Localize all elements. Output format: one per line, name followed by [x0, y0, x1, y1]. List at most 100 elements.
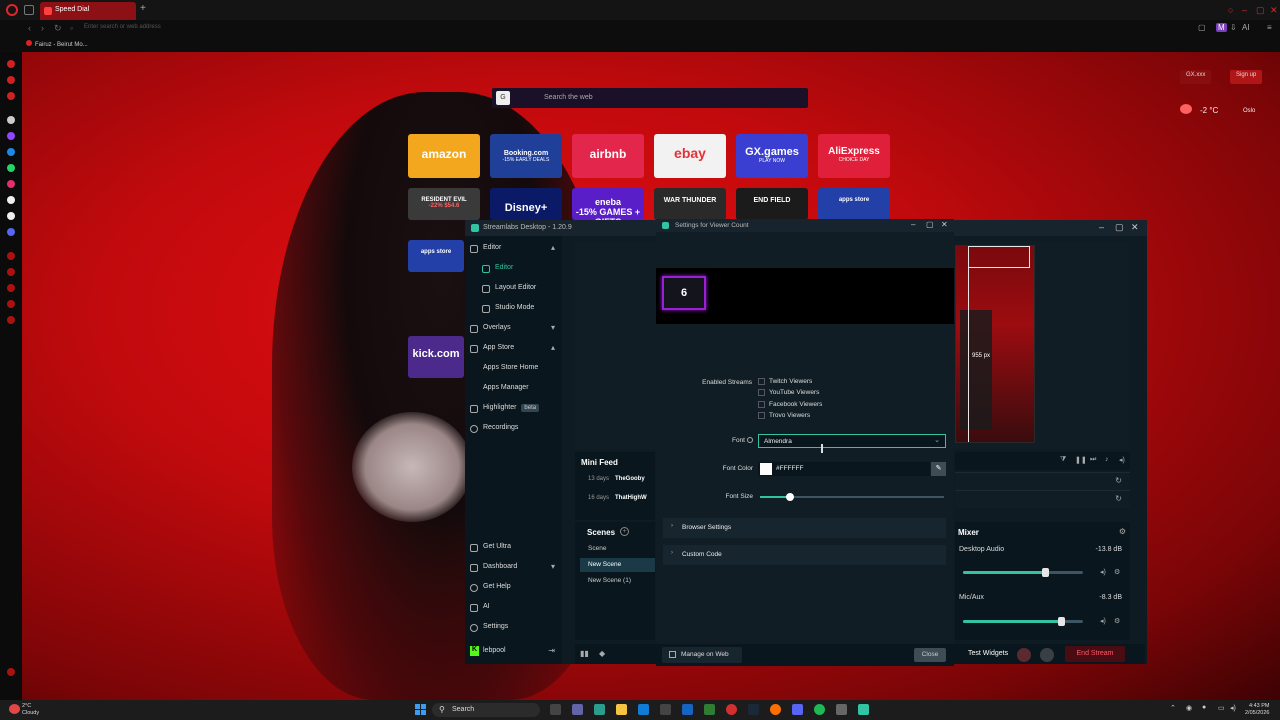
store-icon[interactable]	[660, 704, 671, 715]
mixer-volume-slider[interactable]	[963, 568, 1083, 577]
download-icon[interactable]: ⇩	[1230, 23, 1237, 32]
streamlabs-icon[interactable]	[858, 704, 869, 715]
mixer-settings-icon[interactable]: ⚙	[1119, 527, 1126, 536]
weather-icon[interactable]	[9, 704, 20, 714]
player-icon[interactable]	[7, 252, 15, 260]
dial-amazon[interactable]: amazon	[408, 134, 480, 178]
dlg-close-button[interactable]: ✕	[941, 220, 948, 229]
font-color-swatch[interactable]	[760, 463, 772, 475]
logout-icon[interactable]: ⇥	[548, 646, 555, 655]
x-icon[interactable]	[7, 212, 15, 220]
refresh-icon[interactable]: ↻	[1115, 476, 1122, 485]
search-tabs-icon[interactable]: ○	[1228, 5, 1233, 15]
skip-icon[interactable]: ⏭	[1090, 456, 1096, 464]
discord-icon[interactable]	[792, 704, 803, 715]
bookmark-item[interactable]: Fairuz - Beirut Mo...	[26, 40, 88, 48]
nav-recordings[interactable]: Recordings	[465, 420, 562, 438]
speaker-icon[interactable]: ◂)	[1100, 617, 1106, 625]
dlg-maximize-button[interactable]: ▢	[926, 220, 934, 229]
sl-minimize-button[interactable]: –	[1099, 222, 1104, 232]
source-row[interactable]: ↻	[955, 472, 1130, 490]
nav-ai[interactable]: AI	[465, 599, 562, 617]
nav-app-store[interactable]: App Store ▴	[465, 340, 562, 358]
end-stream-button[interactable]: End Stream	[1065, 646, 1125, 662]
spotify-icon[interactable]	[814, 704, 825, 715]
whatsapp-icon[interactable]	[7, 164, 15, 172]
dial-eneba[interactable]: eneba -15% GAMES + GIFTS	[572, 188, 644, 220]
forward-icon[interactable]: ›	[41, 23, 44, 33]
scene-item[interactable]: Scene	[580, 542, 655, 556]
monitor-icon[interactable]: ▭	[1218, 704, 1225, 712]
manage-on-web-button[interactable]: Manage on Web	[662, 647, 742, 663]
gx-button[interactable]: GX.xxx	[1180, 70, 1212, 84]
dial-apps-store-2[interactable]: apps store	[408, 240, 464, 272]
mixer-volume-knob[interactable]	[1041, 568, 1049, 577]
track-settings-icon[interactable]: ⚙	[1114, 568, 1120, 576]
tiktok-icon[interactable]	[7, 196, 15, 204]
dlg-minimize-button[interactable]: –	[911, 220, 915, 229]
dial-resident-evil[interactable]: RESIDENT EVIL -22% $54.6	[408, 188, 480, 220]
history-icon[interactable]	[7, 284, 15, 292]
back-icon[interactable]: ‹	[28, 23, 31, 33]
settings-icon[interactable]	[836, 704, 847, 715]
checkbox[interactable]	[758, 389, 765, 396]
replay-button[interactable]	[1040, 648, 1054, 662]
teams-icon[interactable]	[572, 704, 583, 715]
snapshot-icon[interactable]: ▢	[1198, 23, 1206, 32]
refresh-icon[interactable]: ↻	[1115, 494, 1122, 503]
maximize-button[interactable]: ▢	[1256, 5, 1265, 16]
sl-maximize-button[interactable]: ▢	[1115, 222, 1124, 233]
sl-close-button[interactable]: ✕	[1131, 222, 1139, 233]
firefox-icon[interactable]	[770, 704, 781, 715]
menu-icon[interactable]: ≡	[1267, 23, 1272, 32]
pause-icon[interactable]: ❚❚	[1075, 456, 1087, 464]
start-button[interactable]	[415, 704, 427, 716]
selection-box[interactable]	[968, 246, 1030, 268]
mixer-volume-knob[interactable]	[1058, 617, 1066, 626]
nav-settings[interactable]: Settings	[465, 619, 562, 637]
volume-icon[interactable]: ◂)	[1230, 704, 1236, 712]
discord-icon[interactable]	[7, 228, 15, 236]
gx-cleaner-icon[interactable]	[7, 92, 15, 100]
add-scene-button[interactable]: +	[620, 527, 629, 536]
nav-highlighter[interactable]: Highlighter beta	[465, 400, 562, 418]
gx-corner-icon[interactable]	[7, 76, 15, 84]
tab-speed-dial[interactable]: Speed Dial	[40, 2, 136, 20]
dial-apps-store[interactable]: apps store	[818, 188, 890, 220]
new-tab-button[interactable]: +	[140, 3, 146, 14]
feed-row[interactable]: 16 days ThatHighW	[588, 495, 647, 501]
opera-logo-icon[interactable]	[6, 4, 18, 16]
taskbar-clock[interactable]: 4:43 PM 2/05/2026	[1245, 703, 1269, 717]
dial-airbnb[interactable]: airbnb	[572, 134, 644, 178]
twitch-icon[interactable]	[7, 132, 15, 140]
stats-icon[interactable]: ▮▮	[580, 649, 589, 658]
help-icon[interactable]	[747, 437, 753, 444]
nav-layout-editor[interactable]: Layout Editor	[465, 280, 562, 298]
scene-item[interactable]: New Scene (1)	[580, 574, 655, 588]
scene-item[interactable]: New Scene	[580, 558, 655, 572]
nav-editor[interactable]: Editor ▴	[465, 240, 562, 258]
instagram-icon[interactable]	[7, 180, 15, 188]
minimize-button[interactable]: –	[1242, 5, 1247, 15]
workspaces-icon[interactable]	[24, 5, 34, 15]
task-view-icon[interactable]	[550, 704, 561, 715]
dial-war-thunder[interactable]: WAR THUNDER	[654, 188, 726, 220]
font-size-knob[interactable]	[786, 493, 794, 501]
taskbar-search[interactable]: ⚲ Search	[432, 703, 540, 717]
speaker-icon[interactable]: ◂)	[1100, 568, 1106, 576]
feed-row[interactable]: 13 days TheGooby	[588, 476, 645, 482]
close-button[interactable]: ✕	[1270, 5, 1278, 16]
ai-button[interactable]: AI	[1242, 23, 1250, 32]
reload-icon[interactable]: ↻	[54, 23, 62, 34]
font-select[interactable]: Almendra ⌄	[758, 434, 946, 448]
dial-aliexpress[interactable]: AliExpress CHOICE DAY	[818, 134, 890, 178]
nav-editor-sub[interactable]: Editor	[465, 260, 562, 278]
nav-apps-store-home[interactable]: Apps Store Home	[465, 360, 562, 378]
bell-icon[interactable]: ♪	[1105, 456, 1109, 463]
profile-avatar[interactable]: M	[1216, 23, 1227, 32]
edge-icon[interactable]	[638, 704, 649, 715]
close-dialog-button[interactable]: Close	[914, 648, 946, 662]
nav-studio-mode[interactable]: Studio Mode	[465, 300, 562, 318]
downloads-icon[interactable]	[7, 300, 15, 308]
custom-code-section[interactable]: › Custom Code	[663, 545, 946, 565]
